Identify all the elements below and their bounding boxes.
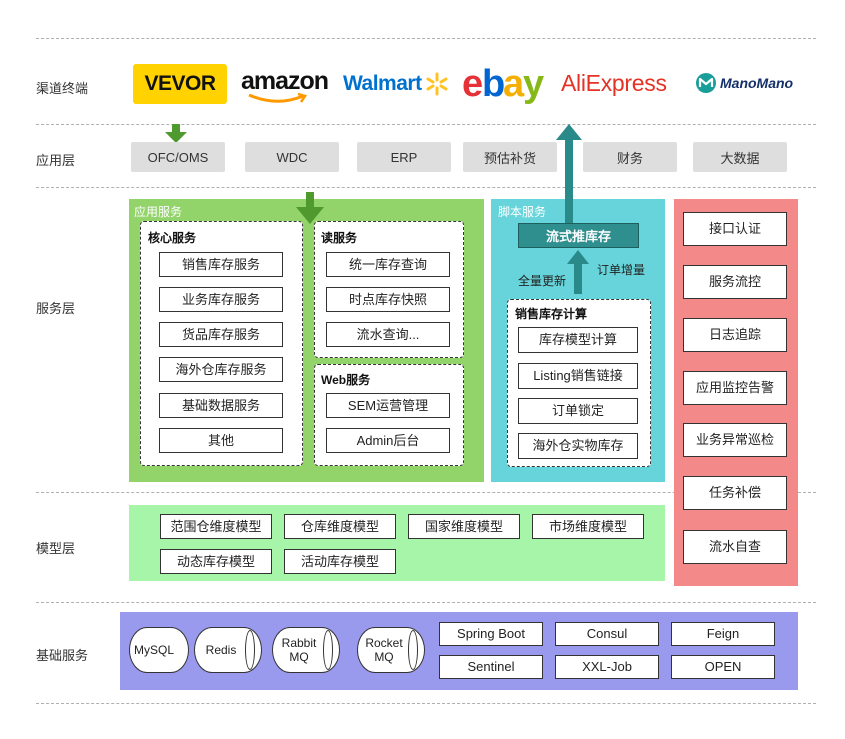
walmart-logo-text: Walmart xyxy=(343,72,422,95)
separator-top xyxy=(36,38,816,39)
infra-sentinel: Sentinel xyxy=(439,655,543,679)
manomano-logo: ManoMano xyxy=(695,70,807,96)
teal-small-arrow-up-icon xyxy=(567,250,589,294)
read-service-flow-query: 流水查询... xyxy=(326,322,450,347)
core-service-base-data: 基础数据服务 xyxy=(159,393,283,418)
separator-bottom xyxy=(36,703,816,704)
app-system-wdc: WDC xyxy=(245,142,339,172)
green-arrow-down-icon xyxy=(165,124,187,143)
aliexpress-logo: AliExpress xyxy=(561,66,683,100)
walmart-spark-icon xyxy=(426,72,448,96)
read-services-title: 读服务 xyxy=(321,231,358,245)
app-system-bigdata: 大数据 xyxy=(693,142,787,172)
core-service-overseas-inventory: 海外仓库存服务 xyxy=(159,357,283,382)
order-incr-label: 订单增量 xyxy=(597,263,646,277)
script-services-title: 脚本服务 xyxy=(498,205,547,219)
read-service-unified-query: 统一库存查询 xyxy=(326,252,450,277)
calc-order-lock: 订单锁定 xyxy=(518,398,638,424)
infra-rocketmq: Rocket MQ xyxy=(357,627,425,673)
vevor-logo: VEVOR xyxy=(133,64,227,104)
model-country: 国家维度模型 xyxy=(408,514,520,539)
layer-label-service: 服务层 xyxy=(36,301,76,316)
infra-redis-label: Redis xyxy=(205,642,237,657)
separator-model xyxy=(36,602,816,603)
read-service-snapshot: 时点库存快照 xyxy=(326,287,450,312)
cylinder-cap xyxy=(323,630,333,670)
cylinder-cap xyxy=(245,630,255,670)
app-system-finance: 财务 xyxy=(583,142,677,172)
layer-label-model: 模型层 xyxy=(36,541,76,556)
aliexpress-logo-text: AliExpress xyxy=(561,69,667,96)
manomano-logo-text: ManoMano xyxy=(720,75,794,91)
gov-exception-patrol: 业务异常巡检 xyxy=(683,423,787,457)
app-system-ofc-oms: OFC/OMS xyxy=(131,142,225,172)
model-warehouse: 仓库维度模型 xyxy=(284,514,396,539)
core-services-title: 核心服务 xyxy=(148,231,197,245)
layer-label-application: 应用层 xyxy=(36,153,76,168)
gov-task-compensation: 任务补偿 xyxy=(683,476,787,510)
layer-label-infra: 基础服务 xyxy=(36,648,89,663)
amazon-smile-icon xyxy=(248,93,307,103)
core-service-goods-inventory: 货品库存服务 xyxy=(159,322,283,347)
svg-text:y: y xyxy=(523,63,544,105)
gov-flow-selfcheck: 流水自查 xyxy=(683,530,787,564)
core-service-sales-inventory: 销售库存服务 xyxy=(159,252,283,277)
manomano-m-icon xyxy=(696,73,716,93)
calc-inventory-model: 库存模型计算 xyxy=(518,327,638,353)
infra-spring-boot: Spring Boot xyxy=(439,622,543,646)
calc-listing-link: Listing销售链接 xyxy=(518,363,638,389)
amazon-logo: amazon xyxy=(241,64,331,104)
ebay-wordmark-icon: e b a y xyxy=(462,63,547,105)
stream-push-label: 流式推库存 xyxy=(545,229,611,244)
core-service-other: 其他 xyxy=(159,428,283,453)
model-market: 市场维度模型 xyxy=(532,514,644,539)
web-service-sem: SEM运营管理 xyxy=(326,393,450,418)
web-services-title: Web服务 xyxy=(321,373,371,387)
app-system-erp: ERP xyxy=(357,142,451,172)
infra-mysql: MySQL xyxy=(129,627,189,673)
app-services-title: 应用服务 xyxy=(134,205,183,219)
separator-app xyxy=(36,187,816,188)
green-arrow-into-services-icon xyxy=(296,192,324,224)
vevor-logo-text: VEVOR xyxy=(144,72,216,95)
infra-feign: Feign xyxy=(671,622,775,646)
gov-log-trace: 日志追踪 xyxy=(683,318,787,352)
gov-monitor-alert: 应用监控告警 xyxy=(683,371,787,405)
walmart-logo: Walmart xyxy=(343,68,451,100)
model-dynamic-inventory: 动态库存模型 xyxy=(160,549,272,574)
layer-label-channel: 渠道终端 xyxy=(36,81,89,96)
infra-redis: Redis xyxy=(194,627,262,673)
svg-text:e: e xyxy=(462,63,482,105)
teal-arrow-up-icon xyxy=(556,124,582,224)
infra-mysql-label: MySQL xyxy=(133,642,174,657)
model-range-warehouse: 范围仓维度模型 xyxy=(160,514,272,539)
app-system-forecast: 预估补货 xyxy=(463,142,557,172)
model-activity-inventory: 活动库存模型 xyxy=(284,549,396,574)
infra-open: OPEN xyxy=(671,655,775,679)
gov-api-auth: 接口认证 xyxy=(683,212,787,246)
stream-push-box: 流式推库存 xyxy=(518,223,639,248)
core-service-business-inventory: 业务库存服务 xyxy=(159,287,283,312)
amazon-logo-text: amazon xyxy=(241,67,329,95)
cylinder-cap xyxy=(408,630,418,670)
infra-xxl-job: XXL-Job xyxy=(555,655,659,679)
separator-channel xyxy=(36,124,816,125)
infra-consul: Consul xyxy=(555,622,659,646)
ebay-logo: e b a y xyxy=(462,60,550,106)
infra-rabbitmq: Rabbit MQ xyxy=(272,627,340,673)
svg-text:b: b xyxy=(482,63,504,105)
full-update-label: 全量更新 xyxy=(518,274,567,288)
calc-overseas-physical: 海外仓实物库存 xyxy=(518,433,638,459)
gov-rate-limit: 服务流控 xyxy=(683,265,787,299)
sales-calc-title: 销售库存计算 xyxy=(515,307,588,321)
web-service-admin: Admin后台 xyxy=(326,428,450,453)
svg-text:a: a xyxy=(503,63,525,105)
